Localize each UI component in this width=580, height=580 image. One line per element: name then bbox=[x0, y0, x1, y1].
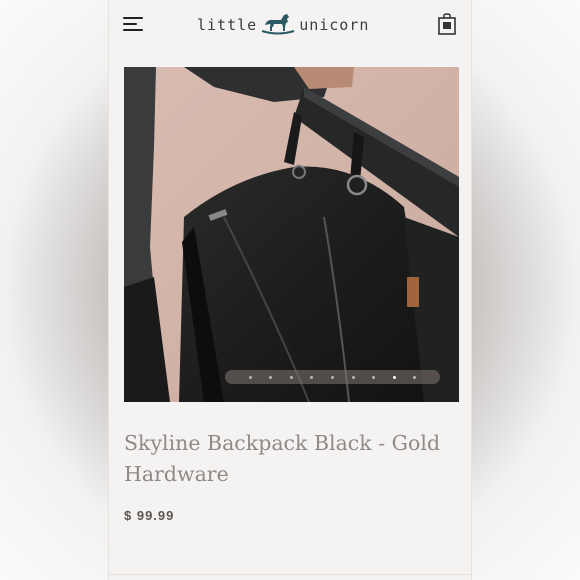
product-image[interactable] bbox=[124, 67, 459, 402]
divider bbox=[109, 574, 473, 575]
carousel-dot[interactable] bbox=[372, 375, 376, 379]
shopping-bag-icon[interactable] bbox=[437, 13, 457, 35]
rocking-horse-icon bbox=[261, 14, 295, 35]
mobile-page: little unicorn Skyline Backpack Black - … bbox=[108, 0, 473, 580]
brand-logo[interactable]: little unicorn bbox=[197, 11, 369, 39]
carousel-dot[interactable] bbox=[248, 375, 252, 379]
brand-text-right: unicorn bbox=[299, 16, 370, 34]
carousel-dot[interactable] bbox=[413, 375, 417, 379]
carousel-dot[interactable] bbox=[289, 375, 293, 379]
carousel-dot[interactable] bbox=[351, 375, 355, 379]
carousel-dot[interactable] bbox=[330, 375, 334, 379]
product-title: Skyline Backpack Black - Gold Hardware bbox=[124, 431, 441, 486]
brand-text-left: little bbox=[197, 16, 258, 34]
product-photo-backpack bbox=[124, 67, 459, 402]
hamburger-menu-icon[interactable] bbox=[123, 14, 147, 34]
carousel-dot[interactable] bbox=[310, 375, 314, 379]
header-bar: little unicorn bbox=[109, 0, 473, 50]
carousel-dot[interactable] bbox=[269, 375, 273, 379]
carousel-indicator bbox=[225, 370, 440, 384]
product-price: $ 99.99 bbox=[124, 508, 175, 523]
carousel-dot-active[interactable] bbox=[392, 375, 396, 379]
